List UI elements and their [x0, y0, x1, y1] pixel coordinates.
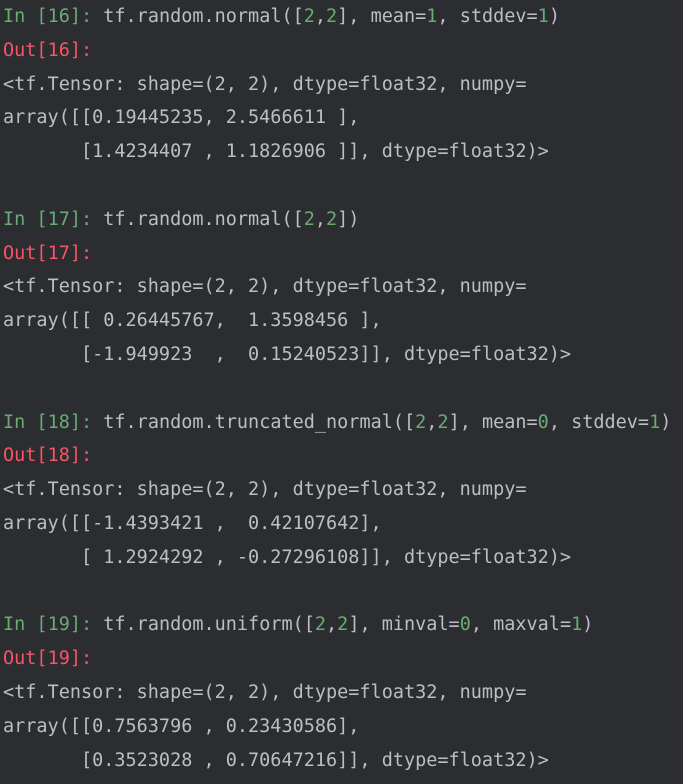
- in-prompt-label: In: [3, 6, 37, 27]
- code-text: ,: [326, 614, 338, 636]
- in-prompt-label: In: [3, 208, 37, 230]
- code-text: tf.random.normal([: [103, 208, 304, 230]
- output-text-line: [-1.949923 , 0.15240523]], dtype=float32…: [3, 338, 571, 372]
- in-prompt-bracket: [: [36, 6, 48, 27]
- in-prompt-bracket: ]:: [69, 6, 104, 27]
- in-prompt-bracket: [: [36, 208, 48, 230]
- in-prompt-bracket: ]:: [69, 411, 104, 433]
- output-text: [1.4234407 , 1.1826906 ]], dtype=float32…: [3, 141, 549, 163]
- in-prompt-number: 18: [47, 411, 70, 433]
- code-text: tf.random.truncated_normal([: [103, 411, 416, 433]
- code-text: ,: [314, 208, 327, 230]
- code-text: tf.random.normal([: [103, 6, 304, 27]
- out-prompt-bracket: [: [36, 242, 48, 264]
- code-text: ]): [337, 208, 360, 230]
- code-number-literal: 2: [314, 614, 327, 636]
- code-number-literal: 0: [537, 411, 549, 433]
- out-prompt-label: Out: [3, 39, 37, 61]
- output-prompt-line: Out[18]:: [3, 439, 92, 473]
- out-prompt-bracket: ]:: [69, 648, 93, 670]
- ipython-console[interactable]: In [16]: tf.random.normal([2,2], mean=1,…: [0, 0, 683, 784]
- out-prompt-bracket: [: [36, 39, 48, 61]
- code-number-literal: 1: [537, 6, 549, 27]
- in-prompt-bracket: ]:: [69, 614, 104, 636]
- input-line[interactable]: In [18]: tf.random.truncated_normal([2,2…: [3, 406, 671, 440]
- output-text: array([[0.19445235, 2.5466611 ],: [3, 107, 360, 129]
- in-prompt-number: 16: [47, 6, 70, 27]
- output-prompt-line: Out[17]:: [3, 237, 92, 271]
- output-text: [ 1.2924292 , -0.27296108]], dtype=float…: [3, 546, 572, 568]
- in-prompt-number: 17: [47, 208, 70, 230]
- code-text: , stddev=: [437, 6, 538, 27]
- output-text-line: <tf.Tensor: shape=(2, 2), dtype=float32,…: [3, 676, 526, 710]
- code-number-literal: 2: [415, 411, 427, 433]
- code-text: ): [582, 614, 594, 636]
- output-text-line: array([[-1.4393421 , 0.42107642],: [3, 507, 382, 541]
- output-text-line: array([[0.19445235, 2.5466611 ],: [3, 101, 359, 135]
- out-prompt-bracket: ]:: [69, 39, 93, 61]
- code-text: ], mean=: [337, 6, 427, 27]
- out-prompt-bracket: [: [36, 648, 48, 670]
- code-number-literal: 1: [426, 6, 438, 27]
- in-prompt-bracket: ]:: [69, 208, 104, 230]
- in-prompt-label: In: [3, 614, 37, 636]
- output-text-line: <tf.Tensor: shape=(2, 2), dtype=float32,…: [3, 68, 526, 102]
- output-text-line: [ 1.2924292 , -0.27296108]], dtype=float…: [3, 541, 571, 575]
- output-prompt-line: Out[19]:: [3, 642, 92, 676]
- output-text: <tf.Tensor: shape=(2, 2), dtype=float32,…: [3, 479, 527, 501]
- input-line[interactable]: In [19]: tf.random.uniform([2,2], minval…: [3, 608, 593, 642]
- output-text: <tf.Tensor: shape=(2, 2), dtype=float32,…: [3, 73, 527, 95]
- output-text: [0.3523028 , 0.70647216]], dtype=float32…: [3, 749, 549, 771]
- output-text-line: array([[0.7563796 , 0.23430586],: [3, 710, 359, 744]
- code-text: ): [660, 411, 672, 433]
- code-number-literal: 2: [337, 614, 349, 636]
- out-prompt-bracket: [: [36, 445, 48, 467]
- in-prompt-bracket: [: [36, 614, 48, 636]
- output-text: array([[ 0.26445767, 1.3598456 ],: [3, 310, 382, 332]
- code-text: ): [548, 6, 560, 27]
- out-prompt-label: Out: [3, 242, 37, 264]
- code-text: ,: [314, 6, 327, 27]
- code-number-literal: 2: [326, 208, 338, 230]
- code-number-literal: 2: [303, 208, 315, 230]
- code-text: , maxval=: [470, 614, 572, 636]
- output-text: <tf.Tensor: shape=(2, 2), dtype=float32,…: [3, 682, 527, 703]
- code-number-literal: 1: [571, 614, 583, 636]
- code-text: tf.random.uniform([: [103, 614, 315, 636]
- in-prompt-number: 19: [47, 614, 70, 636]
- output-text-line: [1.4234407 , 1.1826906 ]], dtype=float32…: [3, 135, 549, 169]
- out-prompt-number: 17: [47, 242, 70, 264]
- code-text: ], mean=: [448, 411, 538, 433]
- output-text-line: [0.3523028 , 0.70647216]], dtype=float32…: [3, 744, 549, 778]
- out-prompt-label: Out: [3, 648, 37, 670]
- input-line[interactable]: In [16]: tf.random.normal([2,2], mean=1,…: [3, 0, 560, 34]
- output-text-line: <tf.Tensor: shape=(2, 2), dtype=float32,…: [3, 270, 526, 304]
- output-text: <tf.Tensor: shape=(2, 2), dtype=float32,…: [3, 276, 527, 298]
- code-text: , stddev=: [548, 411, 650, 433]
- code-number-literal: 2: [326, 6, 338, 27]
- code-text: ,: [426, 411, 438, 433]
- out-prompt-label: Out: [3, 445, 37, 467]
- output-text-line: <tf.Tensor: shape=(2, 2), dtype=float32,…: [3, 473, 526, 507]
- code-text: ], minval=: [348, 614, 460, 636]
- output-text: array([[-1.4393421 , 0.42107642],: [3, 513, 382, 534]
- code-number-literal: 0: [459, 614, 471, 636]
- out-prompt-bracket: ]:: [69, 445, 93, 467]
- in-prompt-bracket: [: [36, 411, 48, 433]
- out-prompt-number: 19: [47, 648, 70, 670]
- code-number-literal: 2: [437, 411, 449, 433]
- output-text: [-1.949923 , 0.15240523]], dtype=float32…: [3, 344, 572, 365]
- code-number-literal: 1: [649, 411, 661, 433]
- out-prompt-bracket: ]:: [69, 242, 93, 264]
- output-text-line: array([[ 0.26445767, 1.3598456 ],: [3, 304, 382, 338]
- out-prompt-number: 16: [47, 39, 70, 61]
- input-line[interactable]: In [17]: tf.random.normal([2,2]): [3, 203, 359, 237]
- output-text: array([[0.7563796 , 0.23430586],: [3, 715, 360, 737]
- out-prompt-number: 18: [47, 445, 70, 467]
- in-prompt-label: In: [3, 411, 37, 433]
- code-number-literal: 2: [303, 6, 315, 27]
- output-prompt-line: Out[16]:: [3, 34, 92, 68]
